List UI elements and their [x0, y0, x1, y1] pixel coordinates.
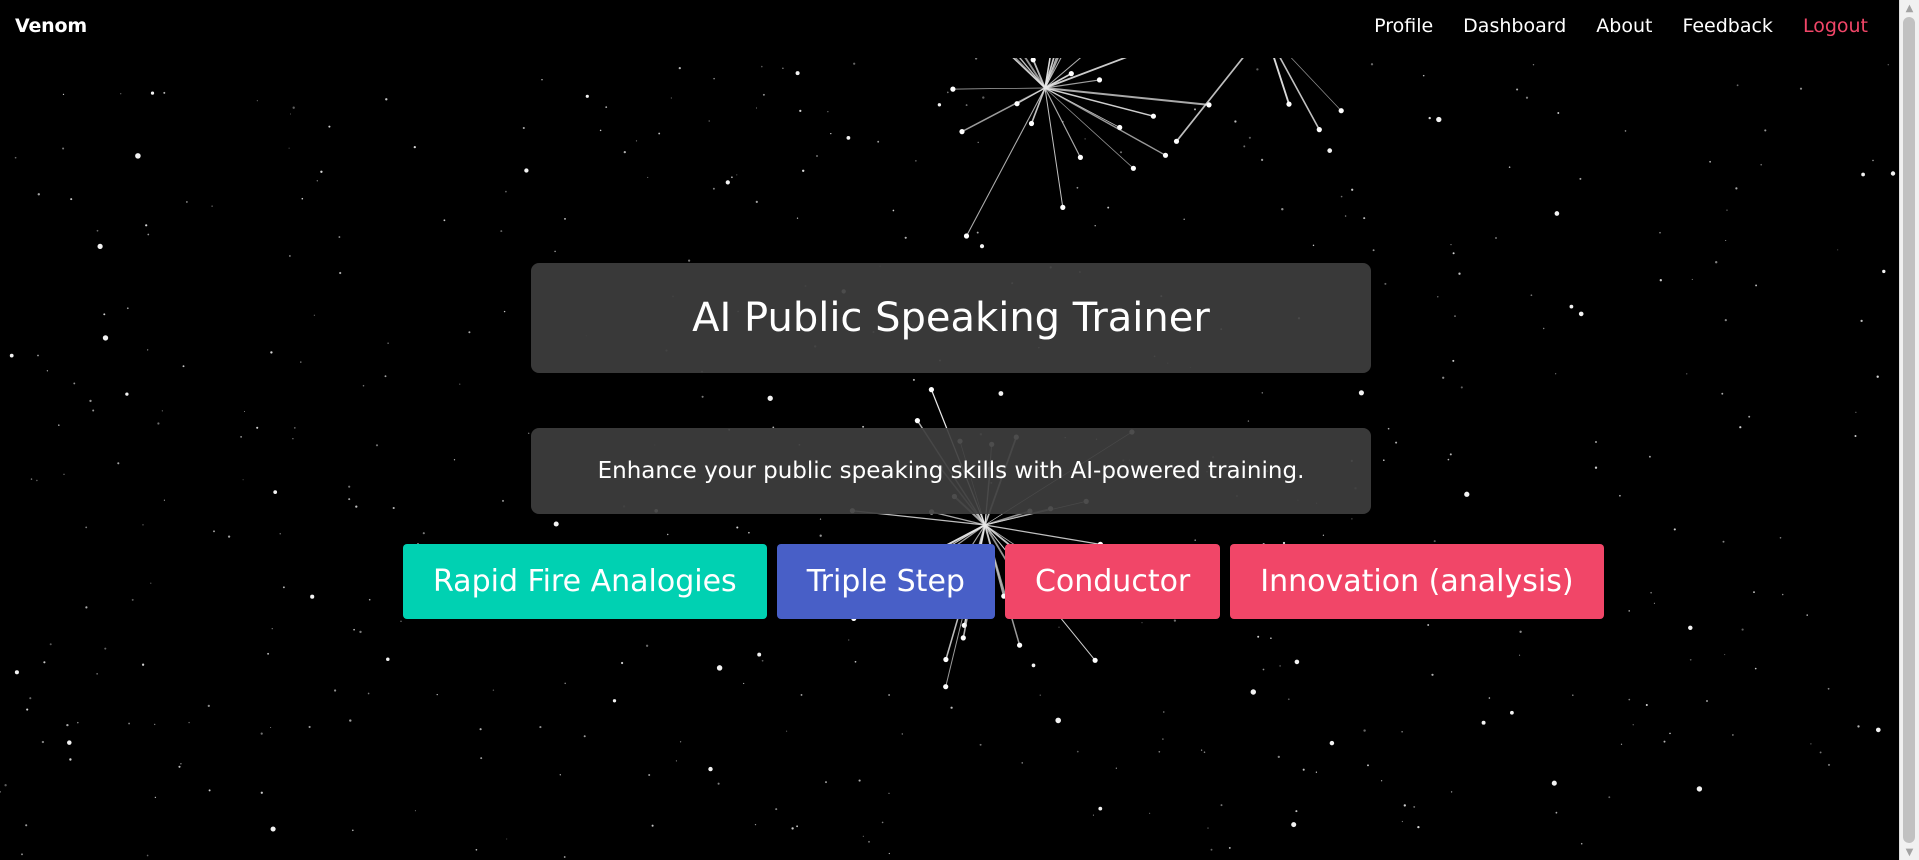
scroll-down-arrow-icon[interactable]: ▼	[1900, 844, 1919, 860]
page-title: AI Public Speaking Trainer	[692, 295, 1210, 341]
page-subtitle: Enhance your public speaking skills with…	[597, 458, 1305, 484]
scrollbar-thumb[interactable]	[1903, 17, 1915, 843]
nav-link-about[interactable]: About	[1596, 15, 1652, 37]
nav-link-logout[interactable]: Logout	[1803, 15, 1868, 37]
conductor-button[interactable]: Conductor	[1004, 544, 1221, 619]
title-card: AI Public Speaking Trainer	[531, 263, 1371, 373]
scroll-up-arrow-icon[interactable]: ▲	[1900, 0, 1919, 16]
nav-link-feedback[interactable]: Feedback	[1682, 15, 1772, 37]
innovation-analysis-button[interactable]: Innovation (analysis)	[1230, 544, 1604, 619]
triple-step-button[interactable]: Triple Step	[776, 544, 995, 619]
nav-link-dashboard[interactable]: Dashboard	[1463, 15, 1566, 37]
nav-menu: Profile Dashboard About Feedback Logout	[1374, 15, 1868, 37]
exercise-button-row: Rapid Fire Analogies Triple Step Conduct…	[403, 544, 1604, 619]
brand-logo[interactable]: Venom	[15, 15, 87, 37]
subtitle-card: Enhance your public speaking skills with…	[531, 428, 1371, 514]
navbar: Venom Profile Dashboard About Feedback L…	[0, 0, 1900, 58]
page: Venom Profile Dashboard About Feedback L…	[0, 0, 1919, 860]
vertical-scrollbar[interactable]: ▲ ▼	[1899, 0, 1919, 860]
nav-link-profile[interactable]: Profile	[1374, 15, 1433, 37]
rapid-fire-analogies-button[interactable]: Rapid Fire Analogies	[403, 544, 767, 619]
